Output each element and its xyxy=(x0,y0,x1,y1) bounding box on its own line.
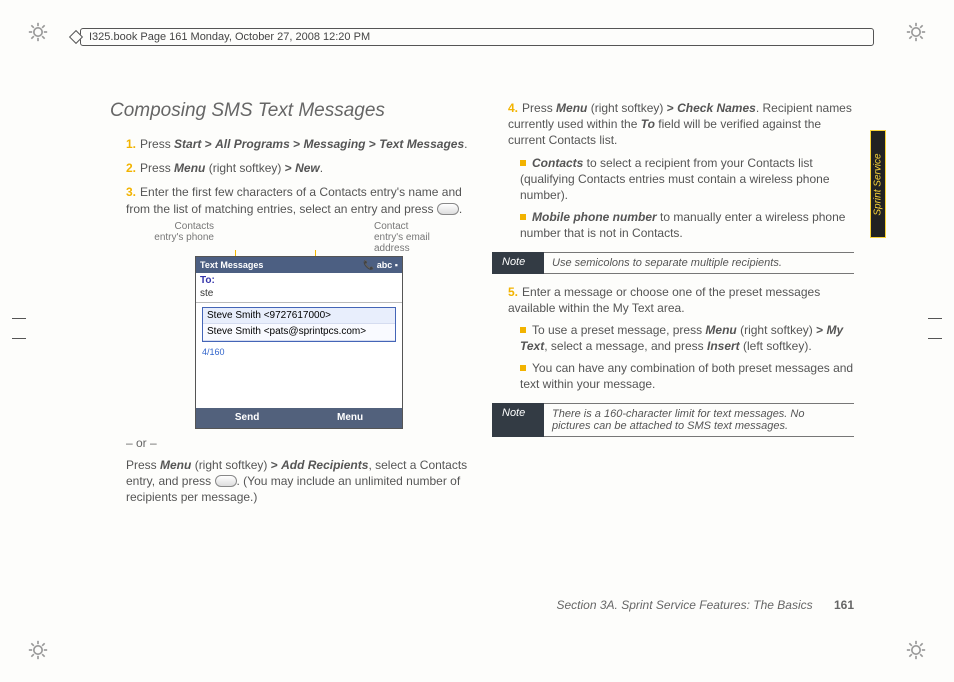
crop-mark xyxy=(926,310,944,328)
ok-key-icon xyxy=(215,475,237,487)
footer-page-number: 161 xyxy=(834,598,854,612)
note-label: Note xyxy=(492,252,544,274)
step-5-sub-1: To use a preset message, press Menu (rig… xyxy=(520,322,854,354)
phone-title-text: Text Messages xyxy=(200,259,263,271)
note-label: Note xyxy=(492,403,544,437)
phone-to-label: To: xyxy=(200,275,215,286)
note-1: Note Use semicolons to separate multiple… xyxy=(492,252,854,274)
step-1: 1.Press Start > All Programs > Messaging… xyxy=(126,136,472,152)
step-5: 5.Enter a message or choose one of the p… xyxy=(508,284,854,393)
phone-suggestions: Steve Smith <9727617000> Steve Smith <pa… xyxy=(202,307,396,342)
step-3-alt: Press Menu (right softkey) > Add Recipie… xyxy=(126,457,472,506)
print-header: I325.book Page 161 Monday, October 27, 2… xyxy=(80,28,874,46)
section-heading: Composing SMS Text Messages xyxy=(110,100,472,122)
crop-mark xyxy=(10,330,28,348)
side-tab-label: Sprint Service xyxy=(873,153,884,215)
print-header-text: I325.book Page 161 Monday, October 27, 2… xyxy=(89,31,370,43)
phone-char-count: 4/160 xyxy=(196,346,402,362)
print-mark-gear-tr xyxy=(906,22,926,42)
ok-key-icon xyxy=(437,203,459,215)
or-divider: – or – xyxy=(126,435,472,451)
note-2: Note There is a 160-character limit for … xyxy=(492,403,854,437)
right-column: 4.Press Menu (right softkey) > Check Nam… xyxy=(492,100,854,582)
left-column: Composing SMS Text Messages 1.Press Star… xyxy=(110,100,472,582)
phone-softkey-left: Send xyxy=(235,411,259,425)
print-mark-gear-tl xyxy=(28,22,48,42)
phone-softkeys: Send Menu xyxy=(196,408,402,428)
phone-typed-text: ste xyxy=(200,288,213,299)
step-2: 2.Press Menu (right softkey) > New. xyxy=(126,160,472,176)
step-4: 4.Press Menu (right softkey) > Check Nam… xyxy=(508,100,854,242)
phone-screenshot: Text Messages 📞 abc ▪ To: ste Steve Smit… xyxy=(195,256,403,429)
figure-callouts: Contactsentry's phone Contactentry's ema… xyxy=(126,217,472,256)
page-footer: Section 3A. Sprint Service Features: The… xyxy=(110,598,854,612)
step-3: 3.Enter the first few characters of a Co… xyxy=(126,184,472,505)
phone-softkey-right: Menu xyxy=(337,411,363,425)
crop-mark xyxy=(10,310,28,328)
note-1-text: Use semicolons to separate multiple reci… xyxy=(544,252,854,274)
print-mark-gear-bl xyxy=(28,640,48,660)
footer-section: Section 3A. Sprint Service Features: The… xyxy=(557,598,813,612)
phone-titlebar: Text Messages 📞 abc ▪ xyxy=(196,257,402,273)
note-2-text: There is a 160-character limit for text … xyxy=(544,403,854,437)
page-content: Composing SMS Text Messages 1.Press Star… xyxy=(110,100,854,582)
print-mark-gear-br xyxy=(906,640,926,660)
step-4-sub-1: Contacts to select a recipient from your… xyxy=(520,155,854,204)
phone-status-icons: 📞 abc ▪ xyxy=(363,259,398,271)
phone-suggest-1: Steve Smith <9727617000> xyxy=(203,308,395,325)
step-4-sub-2: Mobile phone number to manually enter a … xyxy=(520,209,854,241)
crop-mark xyxy=(926,330,944,348)
side-tab: Sprint Service xyxy=(870,130,886,238)
phone-suggest-2: Steve Smith <pats@sprintpcs.com> xyxy=(203,324,395,341)
step-5-sub-2: You can have any combination of both pre… xyxy=(520,360,854,392)
